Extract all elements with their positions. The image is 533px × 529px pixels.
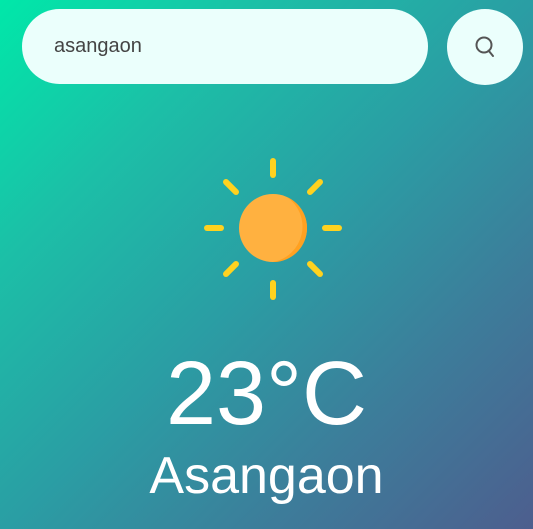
temperature-value: 23°C <box>165 344 368 444</box>
city-name: Asangaon <box>149 447 384 505</box>
search-input-value: asangaon <box>54 35 142 57</box>
sun-icon <box>204 158 342 300</box>
search-icon <box>475 36 494 57</box>
search-input[interactable]: asangaon <box>22 9 428 84</box>
weather-app: asangaon 23°C Asangaon <box>0 0 533 529</box>
search-button[interactable] <box>447 9 523 85</box>
